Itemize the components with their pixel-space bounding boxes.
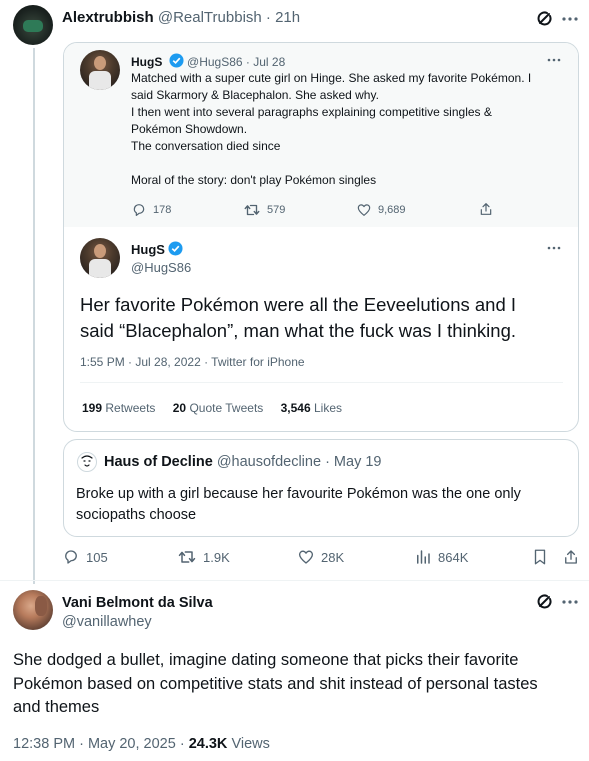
reply-count: 105 xyxy=(86,549,108,565)
views-icon xyxy=(417,550,430,564)
text-line: She dodged a bullet, imagine dating some… xyxy=(13,651,519,669)
views-button[interactable]: 864K xyxy=(414,548,468,566)
retweets-label: Retweets xyxy=(105,401,156,415)
reply-button[interactable]: 178 xyxy=(131,202,171,218)
retweet-count: 1.9K xyxy=(203,549,230,565)
text-line: said “Blacephalon”, man what the fuck wa… xyxy=(80,320,517,341)
tweet-text: Broke up with a girl because her favouri… xyxy=(76,484,521,526)
like-icon xyxy=(357,204,371,216)
avatar[interactable] xyxy=(77,452,97,472)
quotes-stat[interactable]: 20 Quote Tweets xyxy=(173,401,264,415)
grok-icon[interactable] xyxy=(536,10,554,28)
tweet-meta: 12:38 PM · May 20, 2025 · 24.3K Views xyxy=(13,736,270,752)
author-handle[interactable]: @HugS86 xyxy=(131,259,191,277)
quotes-count: 20 xyxy=(172,401,187,415)
author-name[interactable]: HugS xyxy=(131,242,165,257)
reply-button[interactable]: 105 xyxy=(62,548,108,566)
text-line: Pokémon based on competitive stats and s… xyxy=(13,674,538,693)
quotes-label: Quote Tweets xyxy=(189,401,264,415)
tweet-text: She dodged a bullet, imagine dating some… xyxy=(13,649,538,720)
views-label: Views xyxy=(231,736,270,752)
likes-count: 3,546 xyxy=(280,401,311,415)
text-line: The conversation died since xyxy=(131,139,281,153)
bookmark-icon[interactable] xyxy=(531,548,549,566)
verified-icon xyxy=(168,241,183,256)
reply-count: 178 xyxy=(153,204,172,216)
avatar[interactable] xyxy=(80,238,120,278)
author-name[interactable]: Haus of Decline xyxy=(104,454,213,470)
tweet-divider xyxy=(0,580,589,581)
more-icon[interactable] xyxy=(546,53,562,67)
more-icon[interactable] xyxy=(561,10,579,28)
text-line: Matched with a super cute girl on Hinge.… xyxy=(131,71,532,85)
more-icon[interactable] xyxy=(546,241,562,255)
author-handle[interactable]: @hausofdecline xyxy=(217,454,321,470)
meta-divider xyxy=(80,382,563,383)
retweet-button[interactable]: 579 xyxy=(243,202,285,218)
likes-label: Likes xyxy=(314,401,343,415)
avatar[interactable] xyxy=(80,50,120,90)
author-block: Vani Belmont da Silva @vanillawhey xyxy=(62,594,213,632)
views-count: 864K xyxy=(438,549,469,565)
retweet-icon xyxy=(178,551,196,563)
author-block: HugS @HugS86 xyxy=(131,241,191,277)
author-name[interactable]: HugS xyxy=(131,55,162,69)
tweet-time[interactable]: · 21h xyxy=(266,9,300,26)
text-line: Pokémon Showdown. xyxy=(131,122,248,136)
engagement-row: 199 Retweets 20 Quote Tweets 3,546 Likes xyxy=(82,401,342,415)
text-line: said Skarmory & Blacephalon. She asked w… xyxy=(131,88,379,102)
share-icon[interactable] xyxy=(562,548,580,566)
grok-icon[interactable] xyxy=(536,593,554,611)
like-button[interactable]: 28K xyxy=(297,548,344,566)
tweet-time[interactable]: 12:38 PM · May 20, 2025 · xyxy=(13,736,185,752)
verified-icon xyxy=(169,53,184,68)
retweet-icon xyxy=(244,204,260,216)
text-line: Her favorite Pokémon were all the Eeveel… xyxy=(80,294,517,315)
tweet-meta[interactable]: 1:55 PM · Jul 28, 2022 · Twitter for iPh… xyxy=(80,355,305,369)
tweet-header: HugS @HugS86 · Jul 28 xyxy=(131,53,285,69)
text-line: sociopaths choose xyxy=(76,507,197,523)
retweets-count: 199 xyxy=(82,401,103,415)
text-line: I then went into several paragraphs expl… xyxy=(131,105,492,119)
like-button[interactable]: 9,689 xyxy=(356,202,406,218)
author-handle[interactable]: @RealTrubbish xyxy=(158,9,262,26)
tweet-text: Matched with a super cute girl on Hinge.… xyxy=(131,70,571,189)
tweet-text-large: Her favorite Pokémon were all the Eeveel… xyxy=(80,292,516,344)
text-line: and themes xyxy=(13,698,100,716)
like-count: 28K xyxy=(321,549,345,565)
author-handle[interactable]: @HugS86 xyxy=(187,55,243,69)
retweet-button[interactable]: 1.9K xyxy=(177,548,230,566)
reply-icon xyxy=(65,550,77,564)
text-line: Broke up with a girl because her favouri… xyxy=(76,486,521,502)
like-icon xyxy=(298,550,314,564)
more-icon[interactable] xyxy=(561,593,579,611)
share-icon[interactable] xyxy=(478,201,494,217)
retweets-stat[interactable]: 199 Retweets xyxy=(82,401,155,415)
reply-icon xyxy=(133,204,145,216)
author-name[interactable]: Alextrubbish xyxy=(62,9,154,26)
like-count: 9,689 xyxy=(378,204,406,216)
author-name[interactable]: Vani Belmont da Silva xyxy=(62,594,213,613)
likes-stat[interactable]: 3,546 Likes xyxy=(281,401,342,415)
avatar[interactable] xyxy=(13,590,53,630)
avatar[interactable] xyxy=(13,5,53,45)
views-count: 24.3K xyxy=(188,736,228,752)
tweet-header: Alextrubbish @RealTrubbish · 21h xyxy=(62,9,300,26)
thread-line xyxy=(33,48,35,584)
tweet-header: Haus of Decline @hausofdecline · May 19 xyxy=(104,454,381,470)
author-handle[interactable]: @vanillawhey xyxy=(62,613,213,632)
retweet-count: 579 xyxy=(267,204,286,216)
tweet-date[interactable]: · May 19 xyxy=(325,454,381,470)
text-line: Moral of the story: don't play Pokémon s… xyxy=(131,173,377,187)
tweet-date[interactable]: · Jul 28 xyxy=(246,55,285,69)
views-stat[interactable]: 24.3K Views xyxy=(189,736,270,752)
